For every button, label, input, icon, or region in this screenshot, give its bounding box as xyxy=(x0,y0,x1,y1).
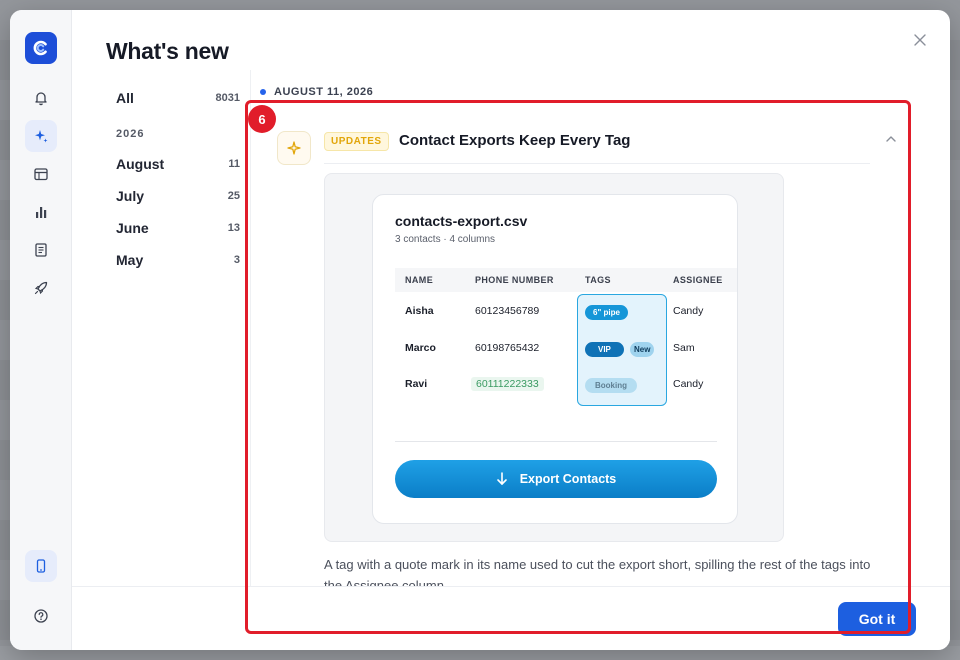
filter-label: August xyxy=(116,156,165,172)
filter-month-july[interactable]: July 25 xyxy=(116,186,240,206)
feature-preview: contacts-export.csv 3 contacts · 4 colum… xyxy=(324,173,784,542)
close-icon xyxy=(914,34,926,46)
table-cell-name: Marco xyxy=(405,342,436,354)
file-meta: 3 contacts · 4 columns xyxy=(395,234,496,245)
filter-label: All xyxy=(116,90,134,106)
chevron-up-icon xyxy=(886,136,896,142)
column-header: PHONE NUMBER xyxy=(475,275,554,285)
icon-rail xyxy=(10,10,72,650)
export-sheet-mockup: contacts-export.csv 3 contacts · 4 colum… xyxy=(372,194,738,524)
filter-month-august[interactable]: August 11 xyxy=(116,154,240,174)
table-cell-assignee: Sam xyxy=(673,342,695,354)
close-button[interactable] xyxy=(910,30,930,50)
modal-title: What's new xyxy=(106,38,229,64)
table-cell-name: Ravi xyxy=(405,378,428,390)
table-cell-assignee: Candy xyxy=(673,378,704,390)
filter-month-june[interactable]: June 13 xyxy=(116,218,240,238)
timeline-dot xyxy=(260,89,266,95)
export-button-label: Export Contacts xyxy=(519,472,617,486)
tag-pill: VIP xyxy=(585,342,624,357)
bar-chart-icon xyxy=(36,207,47,218)
filter-count: 13 xyxy=(227,222,240,234)
phone-icon xyxy=(36,559,46,573)
help-button[interactable] xyxy=(25,600,57,632)
card-divider xyxy=(324,163,870,164)
category-badge: UPDATES xyxy=(324,132,389,151)
launch-nav-button[interactable] xyxy=(25,272,57,304)
mobile-app-button[interactable] xyxy=(25,550,57,582)
table-header: NAME PHONE NUMBER TAGS ASSIGNEE xyxy=(395,268,737,292)
table-cell-phone: 60123456789 xyxy=(475,305,540,317)
calendar-nav-button[interactable] xyxy=(25,158,57,190)
sheet-divider xyxy=(395,441,717,442)
document-icon xyxy=(35,243,47,257)
entry-description: A tag with a quote mark in its name used… xyxy=(324,557,871,588)
table-cell-name: Aisha xyxy=(405,305,434,317)
tag-pill: 6" pipe xyxy=(585,305,628,320)
entry-date-row: AUGUST 11, 2026 xyxy=(260,86,373,98)
tag-pill: Booking xyxy=(585,378,637,393)
whats-new-modal: What's new All 8031 2026 August 11 July … xyxy=(10,10,950,650)
filter-label: July xyxy=(116,188,145,204)
filter-count: 3 xyxy=(233,254,240,266)
docs-nav-button[interactable] xyxy=(25,234,57,266)
arrow-down-icon xyxy=(496,472,507,485)
entry-icon-box xyxy=(277,131,311,165)
notifications-button[interactable] xyxy=(25,82,57,114)
got-it-button[interactable]: Got it xyxy=(838,602,916,636)
whats-new-nav-button[interactable] xyxy=(25,120,57,152)
step-badge: 6 xyxy=(248,105,276,133)
filter-count: 8031 xyxy=(215,92,240,104)
reports-nav-button[interactable] xyxy=(25,196,57,228)
rocket-icon xyxy=(34,281,48,295)
modal-footer: Got it xyxy=(72,586,950,650)
table-cell-assignee: Candy xyxy=(673,305,704,317)
entry-title: Contact Exports Keep Every Tag xyxy=(399,132,631,149)
file-name: contacts-export.csv xyxy=(395,213,528,229)
year-heading: 2026 xyxy=(116,128,145,140)
filter-list: All 8031 2026 August 11 July 25 June 13 … xyxy=(116,88,240,270)
filter-all[interactable]: All 8031 xyxy=(116,88,240,108)
column-divider xyxy=(250,70,251,590)
entry-date: AUGUST 11, 2026 xyxy=(274,86,374,98)
table-cell-phone: 60198765432 xyxy=(475,342,540,354)
filter-label: May xyxy=(116,252,144,268)
filter-month-may[interactable]: May 3 xyxy=(116,250,240,270)
column-header: NAME xyxy=(405,275,434,285)
sparkle-icon xyxy=(287,141,301,155)
filter-count: 25 xyxy=(227,190,240,202)
help-icon xyxy=(34,609,48,623)
collapse-button[interactable] xyxy=(883,131,899,147)
sparkle-icon xyxy=(35,130,48,143)
column-header: TAGS xyxy=(585,275,611,285)
filter-count: 11 xyxy=(228,158,240,170)
bell-icon xyxy=(35,92,47,106)
tag-pill: New xyxy=(630,342,655,357)
table-cell-phone: 60111222333 xyxy=(471,377,544,391)
column-header: ASSIGNEE xyxy=(673,275,723,285)
export-contacts-button[interactable]: Export Contacts xyxy=(395,460,717,498)
app-logo-icon[interactable] xyxy=(25,32,57,64)
filter-label: June xyxy=(116,220,149,236)
calendar-icon xyxy=(34,168,48,181)
